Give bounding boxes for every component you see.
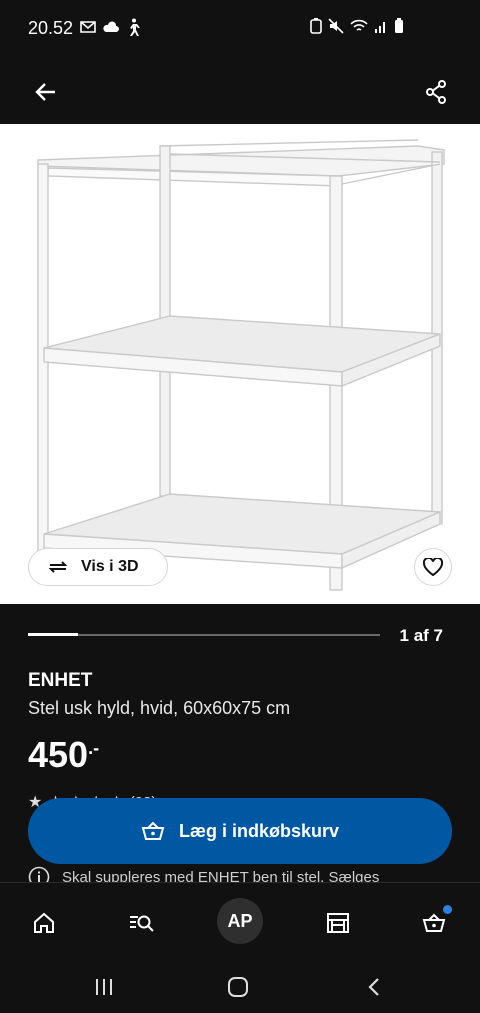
status-time: 20.52	[28, 18, 74, 38]
home-system-button[interactable]	[218, 972, 258, 1002]
view-3d-label: Vis i 3D	[81, 558, 139, 575]
product-description: Stel usk hyld, hvid, 60x60x75 cm	[28, 698, 291, 718]
add-to-cart-label: Læg i indkøbskurv	[178, 820, 340, 841]
chevron-left-icon	[368, 978, 379, 996]
cart-notification-dot	[443, 905, 452, 914]
gallery-progress	[28, 633, 380, 636]
rotate-3d-icon	[48, 561, 68, 573]
store-icon	[327, 913, 349, 933]
back-button[interactable]	[28, 74, 64, 110]
nav-home[interactable]	[24, 903, 64, 943]
gallery-progress-fill	[28, 633, 79, 636]
add-to-cart-button[interactable]: Læg i indkøbskurv	[28, 798, 452, 864]
battery-icon	[395, 18, 403, 33]
app-bar	[0, 60, 480, 124]
mute-icon	[328, 18, 344, 34]
menu-lines-icon	[96, 979, 112, 995]
share-button[interactable]	[418, 74, 454, 110]
signal-icon	[375, 22, 385, 33]
nav-search[interactable]	[122, 903, 162, 943]
cart-icon	[422, 913, 446, 932]
product-image[interactable]: Vis i 3D	[0, 124, 480, 604]
mail-icon	[80, 21, 96, 33]
favorite-button[interactable]	[414, 548, 452, 586]
status-bar: 20.52	[0, 0, 480, 60]
back-system-button[interactable]	[354, 972, 394, 1002]
home-circle-icon	[228, 977, 248, 997]
status-right-icons	[310, 18, 404, 34]
walking-icon	[130, 18, 140, 36]
product-name: ENHET	[28, 670, 93, 691]
recent-apps-button[interactable]	[84, 972, 124, 1002]
heart-icon	[423, 558, 443, 576]
basket-icon	[141, 821, 165, 840]
price-value: 450	[28, 734, 89, 775]
battery-saver-icon	[310, 18, 322, 34]
nav-cart[interactable]	[414, 903, 454, 943]
shelf-frame-illustration	[37, 139, 445, 591]
product-price: 450 .-	[28, 734, 99, 776]
system-nav	[0, 960, 480, 1013]
share-icon	[426, 80, 446, 104]
nav-profile-avatar[interactable]: AP	[217, 898, 263, 944]
search-list-icon	[130, 915, 154, 932]
status-left-icons	[80, 18, 140, 36]
price-suffix: .-	[88, 738, 100, 758]
arrow-left-icon	[35, 83, 55, 101]
home-icon	[34, 912, 54, 933]
bottom-nav: AP	[0, 882, 480, 960]
wifi-icon	[350, 19, 368, 31]
nav-store[interactable]	[318, 903, 358, 943]
gallery-page-indicator: 1 af 7	[399, 626, 443, 645]
view-3d-button[interactable]: Vis i 3D	[28, 548, 168, 586]
cloud-icon	[103, 21, 119, 32]
